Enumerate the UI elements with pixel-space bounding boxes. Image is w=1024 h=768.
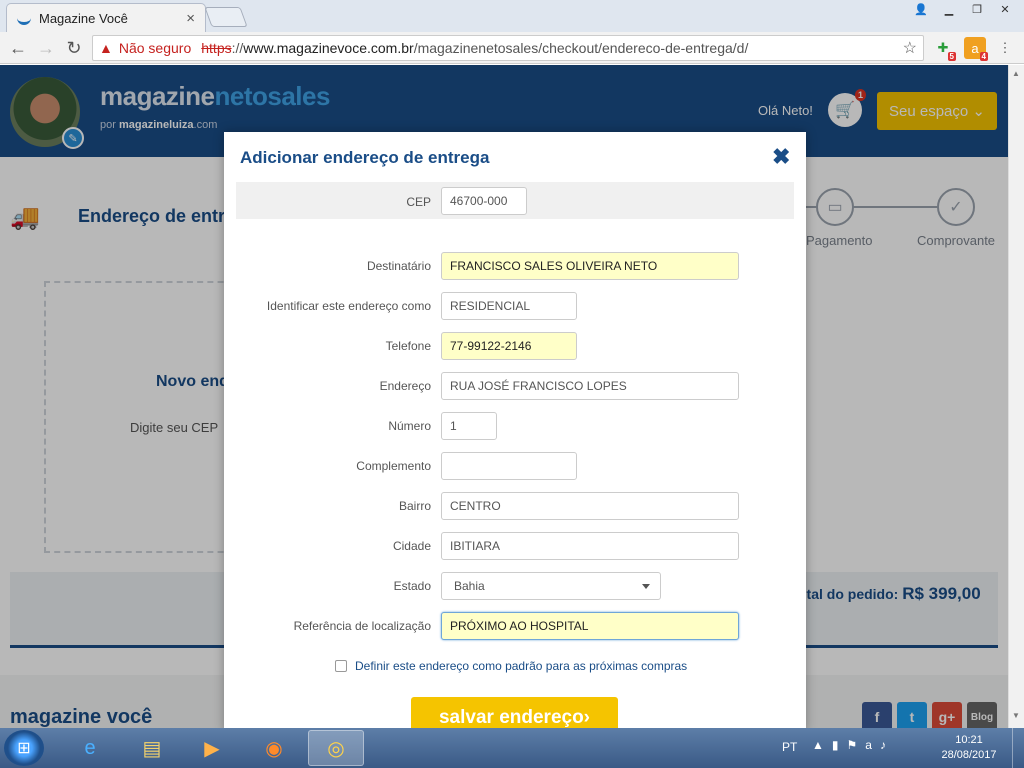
language-indicator[interactable]: PT xyxy=(782,740,797,754)
default-address-label[interactable]: Definir este endereço como padrão para a… xyxy=(355,659,687,673)
numero-input[interactable]: 1 xyxy=(441,412,497,440)
url-path: /magazinenetosales/checkout/endereco-de-… xyxy=(413,40,749,56)
browser-tab[interactable]: Magazine Você × xyxy=(6,3,206,32)
extension-badge: 5 xyxy=(947,52,956,61)
tab-close-button[interactable]: × xyxy=(186,10,195,27)
user-profile-icon[interactable]: 👤 xyxy=(908,0,934,18)
restore-button[interactable]: ❐ xyxy=(964,0,990,18)
warning-icon: ▲ xyxy=(99,40,113,56)
bairro-label: Bairro xyxy=(398,499,431,513)
internet-explorer-icon[interactable]: e xyxy=(62,730,118,766)
cidade-label: Cidade xyxy=(392,539,431,553)
bookmark-star-icon[interactable]: ☆ xyxy=(903,38,917,58)
show-hidden-icons-icon[interactable]: ▲ xyxy=(812,738,824,752)
save-address-button[interactable]: salvar endereço› xyxy=(411,697,618,728)
numero-label: Número xyxy=(388,419,431,433)
extension-icon[interactable]: ✚ 5 xyxy=(932,37,956,61)
add-address-modal: Adicionar endereço de entrega ✖ CEP 4670… xyxy=(224,132,806,728)
url-host: www.magazinevoce.com.br xyxy=(243,40,414,56)
start-button[interactable]: ⊞ xyxy=(4,730,44,766)
identificar-input[interactable]: RESIDENCIAL xyxy=(441,292,577,320)
complemento-label: Complemento xyxy=(356,459,431,473)
extension-badge: 4 xyxy=(979,52,988,61)
referencia-input[interactable]: PRÓXIMO AO HOSPITAL xyxy=(441,612,739,640)
identificar-label: Identificar este endereço como xyxy=(266,299,431,313)
bairro-input[interactable]: CENTRO xyxy=(441,492,739,520)
destinatario-input[interactable]: FRANCISCO SALES OLIVEIRA NETO xyxy=(441,252,739,280)
referencia-label: Referência de localização xyxy=(293,619,431,633)
close-window-button[interactable]: ✕ xyxy=(992,0,1018,18)
firefox-icon[interactable]: ◉ xyxy=(246,730,302,766)
browser-toolbar: ← → ↻ ▲ Não seguro https://www.magazinev… xyxy=(0,32,1024,64)
extension-icon[interactable]: a4 xyxy=(964,37,988,61)
window-controls: 👤 ▁ ❐ ✕ xyxy=(908,0,1018,18)
estado-value: Bahia xyxy=(454,579,485,593)
network-icon[interactable]: ▮ xyxy=(832,738,839,752)
avast-icon[interactable]: a xyxy=(865,738,872,752)
clock[interactable]: 10:21 28/08/2017 xyxy=(930,733,1008,763)
new-tab-button[interactable] xyxy=(204,7,248,27)
telefone-input[interactable]: 77-99122-2146 xyxy=(441,332,577,360)
browser-tabstrip: Magazine Você × 👤 ▁ ❐ ✕ xyxy=(0,0,1024,32)
url-separator: :// xyxy=(231,40,244,56)
default-address-checkbox[interactable] xyxy=(335,660,347,672)
back-button[interactable]: ← xyxy=(6,36,30,60)
chevron-down-icon xyxy=(642,584,650,589)
close-icon[interactable]: ✖ xyxy=(772,144,790,170)
scroll-up-icon[interactable]: ▲ xyxy=(1012,69,1020,78)
cidade-input[interactable]: IBITIARA xyxy=(441,532,739,560)
minimize-button[interactable]: ▁ xyxy=(936,0,962,18)
security-status[interactable]: Não seguro xyxy=(119,40,191,56)
tab-title: Magazine Você xyxy=(39,10,128,26)
endereco-label: Endereço xyxy=(379,379,431,393)
url-scheme: https xyxy=(201,40,232,56)
flag-icon[interactable]: ⚑ xyxy=(847,738,858,752)
clock-time: 10:21 xyxy=(955,734,983,746)
media-player-icon[interactable]: ▶ xyxy=(184,730,240,766)
system-tray: ▲ ▮ ⚑ a ♪ xyxy=(812,738,886,752)
chrome-icon[interactable]: ◎ xyxy=(308,730,364,766)
complemento-input[interactable] xyxy=(441,452,577,480)
estado-label: Estado xyxy=(393,579,431,593)
modal-title: Adicionar endereço de entrega xyxy=(240,148,490,167)
telefone-label: Telefone xyxy=(385,339,431,353)
web-page: ✎ magazinenetosales por magazineluiza.co… xyxy=(0,65,1008,728)
magazine-favicon-icon xyxy=(17,11,31,25)
address-bar[interactable]: ▲ Não seguro https://www.magazinevoce.co… xyxy=(92,35,924,61)
volume-icon[interactable]: ♪ xyxy=(880,738,886,752)
cep-label: CEP xyxy=(406,195,431,209)
endereco-input[interactable]: RUA JOSÉ FRANCISCO LOPES xyxy=(441,372,739,400)
destinatario-label: Destinatário xyxy=(366,259,431,273)
scroll-down-icon[interactable]: ▼ xyxy=(1012,711,1020,720)
file-explorer-icon[interactable]: ▤ xyxy=(124,730,180,766)
estado-select[interactable]: Bahia xyxy=(441,572,661,600)
windows-taskbar: ⊞ e ▤ ▶ ◉ ◎ PT ▲ ▮ ⚑ a ♪ 10:21 28/08/201… xyxy=(0,728,1024,768)
menu-icon[interactable]: ⋮ xyxy=(994,37,1016,59)
page-scrollbar[interactable]: ▲ ▼ xyxy=(1008,65,1024,728)
show-desktop-button[interactable] xyxy=(1012,728,1024,768)
clock-date: 28/08/2017 xyxy=(941,749,997,761)
reload-button[interactable]: ↻ xyxy=(62,36,86,60)
forward-button[interactable]: → xyxy=(34,36,58,60)
cep-input[interactable]: 46700-000 xyxy=(441,187,527,215)
